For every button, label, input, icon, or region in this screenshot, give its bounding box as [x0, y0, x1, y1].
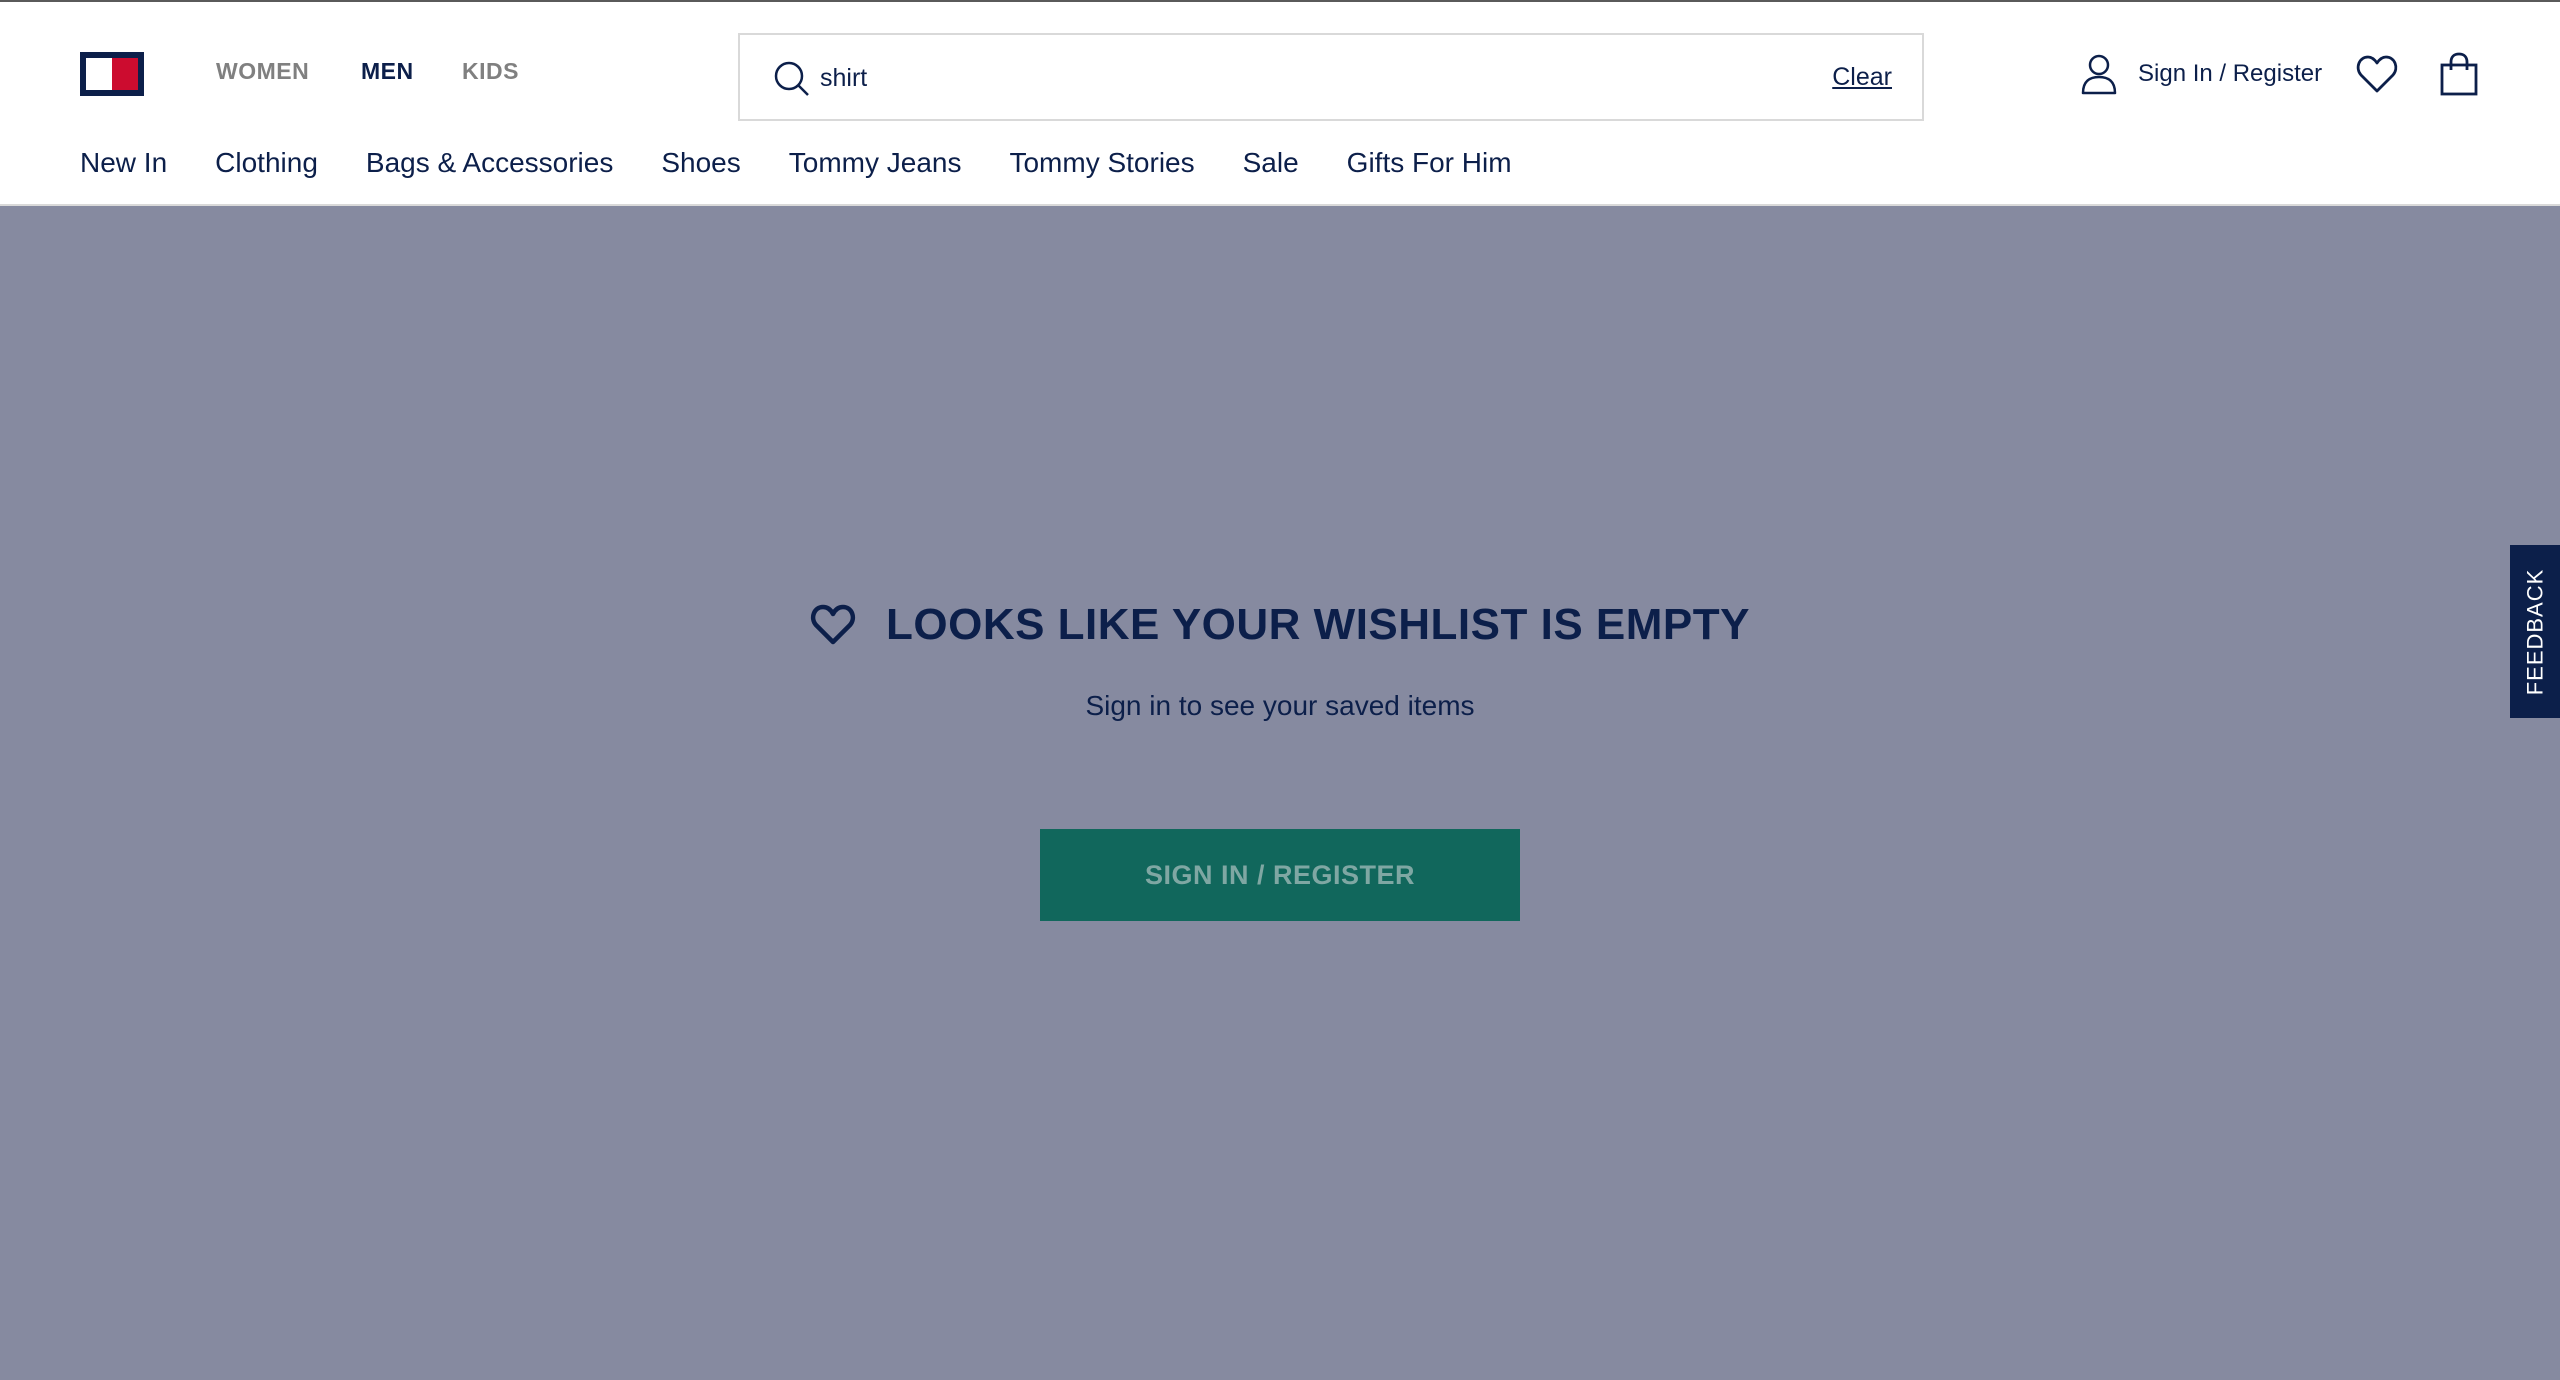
- search-icon[interactable]: [772, 59, 812, 99]
- account-link[interactable]: Sign In / Register: [2080, 52, 2322, 96]
- nav-item-gifts-for-him[interactable]: Gifts For Him: [1347, 147, 1512, 179]
- search-bar: Clear: [738, 33, 1924, 121]
- nav-item-tommy-jeans[interactable]: Tommy Jeans: [789, 147, 962, 179]
- feedback-tab[interactable]: FEEDBACK: [2510, 545, 2560, 718]
- site-header: WOMEN MEN KIDS Clear Sign In / Register …: [0, 2, 2560, 206]
- feedback-label: FEEDBACK: [2522, 568, 2547, 695]
- nav-item-tommy-stories[interactable]: Tommy Stories: [1009, 147, 1194, 179]
- gender-tab-men[interactable]: MEN: [361, 58, 414, 85]
- shopping-bag-icon[interactable]: [2440, 52, 2478, 96]
- heart-icon: [810, 604, 856, 645]
- nav-item-sale[interactable]: Sale: [1243, 147, 1299, 179]
- nav-item-new-in[interactable]: New In: [80, 147, 167, 179]
- nav-item-shoes[interactable]: Shoes: [661, 147, 740, 179]
- sign-in-register-button[interactable]: SIGN IN / REGISTER: [1040, 829, 1520, 921]
- brand-logo[interactable]: [80, 52, 144, 96]
- category-nav: New In Clothing Bags & Accessories Shoes…: [80, 147, 1560, 179]
- user-icon: [2081, 54, 2117, 95]
- nav-item-bags-accessories[interactable]: Bags & Accessories: [366, 147, 613, 179]
- heart-icon[interactable]: [2356, 54, 2398, 94]
- gender-tab-women[interactable]: WOMEN: [216, 58, 309, 85]
- account-label: Sign In / Register: [2138, 60, 2323, 87]
- search-input[interactable]: [820, 53, 1720, 103]
- wishlist-empty-subtitle: Sign in to see your saved items: [1085, 690, 1475, 721]
- clear-search-link[interactable]: Clear: [1832, 63, 1892, 92]
- wishlist-empty-title: LOOKS LIKE YOUR WISHLIST IS EMPTY: [886, 600, 1750, 649]
- empty-wishlist-message: LOOKS LIKE YOUR WISHLIST IS EMPTY Sign i…: [0, 600, 2560, 722]
- nav-item-clothing[interactable]: Clothing: [215, 147, 318, 179]
- gender-tab-kids[interactable]: KIDS: [462, 58, 519, 85]
